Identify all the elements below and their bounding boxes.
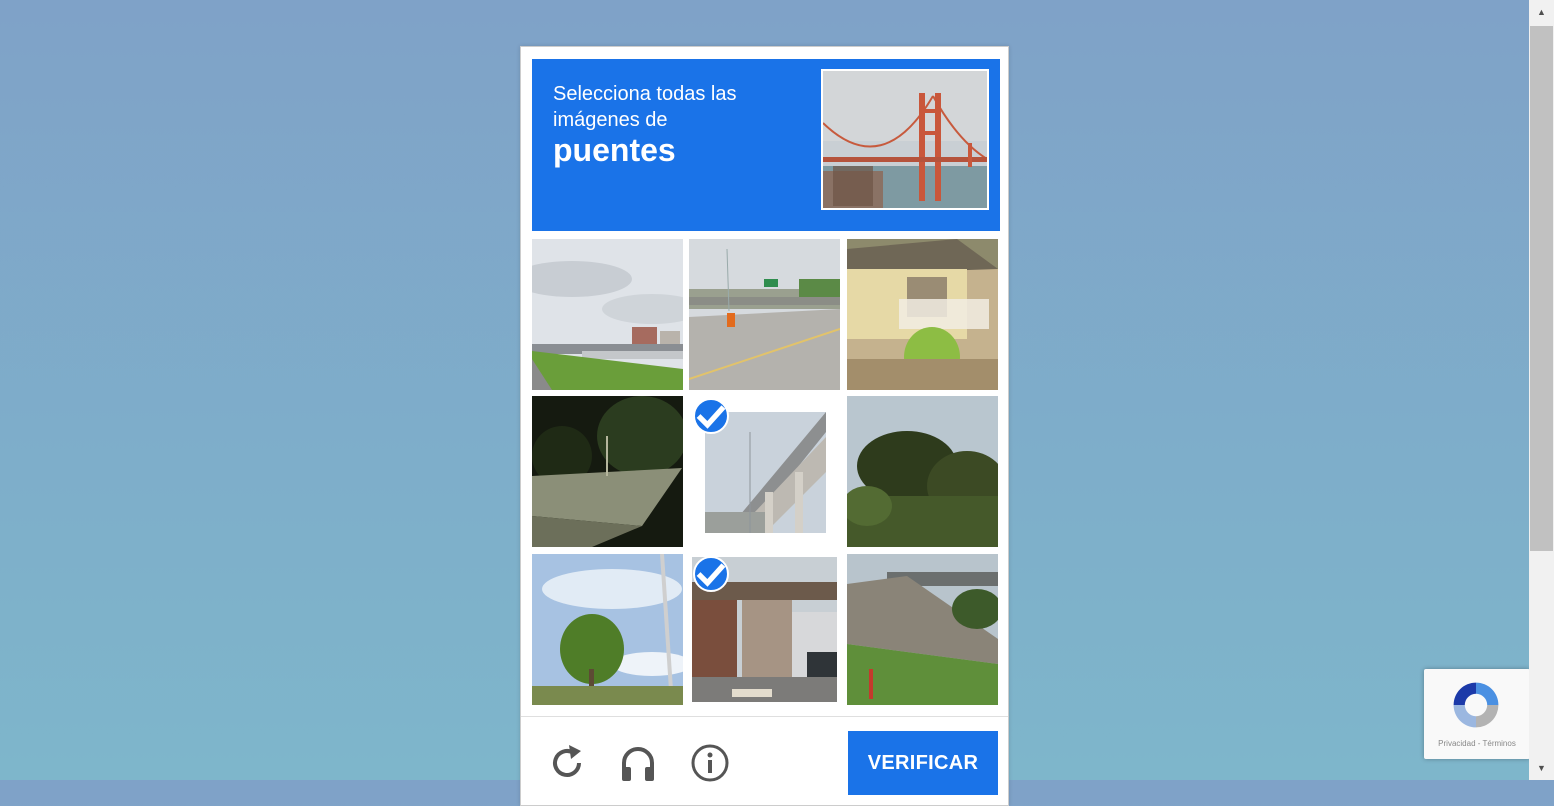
- instruction-keyword: puentes: [553, 132, 676, 168]
- image-tile-2[interactable]: [689, 239, 840, 390]
- image-tile-5[interactable]: [689, 396, 840, 547]
- info-button[interactable]: [688, 741, 732, 785]
- reload-icon: [553, 745, 581, 777]
- image-tile-8[interactable]: [689, 554, 840, 705]
- headphones-icon: [622, 747, 654, 781]
- scroll-down-icon[interactable]: ▼: [1529, 758, 1554, 778]
- sample-image-golden-gate: [821, 69, 989, 210]
- recaptcha-badge[interactable]: Privacidad - Términos: [1424, 669, 1530, 759]
- badge-links[interactable]: Privacidad - Términos: [1424, 739, 1530, 748]
- verify-button[interactable]: VERIFICAR: [848, 731, 998, 795]
- scroll-up-icon[interactable]: ▲: [1529, 2, 1554, 22]
- selected-check-icon: [693, 556, 729, 592]
- recaptcha-logo-icon: [1453, 682, 1499, 728]
- image-tile-7[interactable]: [532, 554, 683, 705]
- image-tile-1[interactable]: [532, 239, 683, 390]
- page-scrollbar[interactable]: ▲ ▼: [1529, 0, 1554, 780]
- captcha-dialog: Selecciona todas las imágenes de puentes: [520, 46, 1009, 806]
- image-tile-3[interactable]: [847, 239, 998, 390]
- captcha-header: Selecciona todas las imágenes de puentes: [532, 59, 1000, 231]
- image-tile-4[interactable]: [532, 396, 683, 547]
- selected-check-icon: [693, 398, 729, 434]
- footer-divider: [521, 716, 1008, 717]
- instruction-text: Selecciona todas las imágenes de: [553, 83, 737, 131]
- image-tile-6[interactable]: [847, 396, 998, 547]
- image-tile-9[interactable]: [847, 554, 998, 705]
- info-icon: [691, 744, 729, 782]
- reload-button[interactable]: [545, 741, 589, 785]
- scrollbar-thumb[interactable]: [1530, 26, 1553, 551]
- audio-challenge-button[interactable]: [616, 741, 660, 785]
